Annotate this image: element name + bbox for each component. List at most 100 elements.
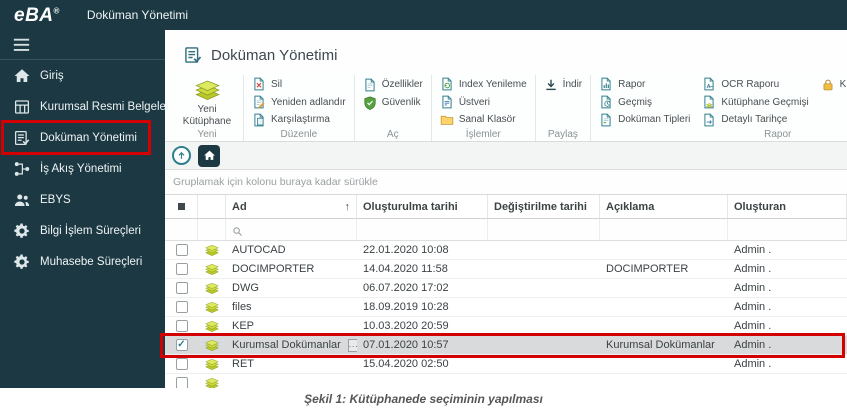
modified-filter-cell[interactable] — [488, 219, 600, 240]
ribbon-button-yeniden-adlandir[interactable]: Yeniden adlandır — [250, 94, 348, 111]
table-row-docimporter[interactable]: DOCIMPORTER 14.04.2020 11:58 DOCIMPORTER… — [165, 260, 847, 279]
ribbon-button-gecmis[interactable]: Geçmiş — [597, 94, 692, 111]
up-button[interactable] — [172, 146, 191, 165]
library-stack-icon — [204, 338, 220, 352]
ribbon-button-kutuphane-gecmisi[interactable]: Kütüphane Geçmişi — [700, 94, 810, 111]
row-checkbox[interactable] — [175, 377, 188, 388]
app-header: eBA® Doküman Yönetimi — [0, 0, 847, 30]
table-row-ret[interactable]: RET 15.04.2020 02:50 Admin . — [165, 355, 847, 374]
table-row-autocad[interactable]: AUTOCAD 22.01.2020 10:08 Admin . — [165, 241, 847, 260]
cell-description: DOCIMPORTER — [606, 263, 689, 275]
table-row-partial[interactable] — [165, 374, 847, 388]
select-all-header[interactable] — [165, 195, 198, 218]
metadata-icon — [440, 95, 454, 109]
ribbon-button-yeni-kutuphane[interactable]: Yeni Kütüphane — [177, 76, 237, 127]
row-checkbox[interactable] — [175, 339, 188, 351]
table-row-kurumsal-dokumanlar[interactable]: Kurumsal Dokümanlar... 07.01.2020 10:57 … — [165, 336, 847, 355]
library-name: DOCIMPORTER — [232, 263, 315, 275]
ribbon-button-label: Geçmiş — [618, 96, 653, 108]
ribbon-group-caption: Aç — [386, 129, 399, 140]
library-name: Kurumsal Dokümanlar — [232, 339, 341, 351]
cell-name: Kurumsal Dokümanlar... — [226, 338, 357, 352]
ribbon-button-dokuman-tipleri[interactable]: Doküman Tipleri — [597, 111, 692, 128]
workflow-icon — [13, 160, 31, 178]
cell-name: AUTOCAD — [226, 244, 357, 256]
row-checkbox[interactable] — [175, 358, 188, 370]
shield-icon — [363, 96, 377, 110]
document-management-icon — [13, 129, 31, 147]
svg-text:A: A — [707, 84, 711, 90]
sidebar-item-bilgi-islem-surecleri[interactable]: Bilgi İşlem Süreçleri — [0, 215, 165, 246]
name-filter-cell[interactable] — [226, 219, 357, 240]
library-stack-icon — [204, 376, 220, 388]
row-checkbox[interactable] — [175, 244, 188, 256]
column-header-olusturan[interactable]: Oluşturan — [728, 195, 847, 218]
ribbon-button-kullanici-dm-yetki-raporu[interactable]: Kullanıcı-DM Yetki Raporu — [819, 76, 847, 93]
ribbon-button-index-yenileme[interactable]: Index Yenileme — [438, 76, 529, 93]
ribbon-button-sanal-klasor[interactable]: Sanal Klasör — [438, 111, 529, 128]
users-icon — [13, 191, 31, 209]
table-row-files[interactable]: files 18.09.2019 10:28 Admin . — [165, 298, 847, 317]
table-row-dwg[interactable]: DWG 06.07.2020 17:02 Admin . — [165, 279, 847, 298]
row-checkbox[interactable] — [175, 263, 188, 275]
column-header-ad[interactable]: Ad ↑ — [226, 195, 357, 218]
creator-filter-cell[interactable] — [728, 219, 847, 240]
sidebar-item-ebys[interactable]: EBYS — [0, 184, 165, 215]
menu-toggle-button[interactable] — [0, 30, 165, 60]
ribbon-button-ustveri[interactable]: Üstveri — [438, 94, 529, 111]
ribbon-button-detayli-tarihce[interactable]: Detaylı Tarihçe — [700, 111, 810, 128]
gear-icon — [13, 222, 31, 240]
column-header-aciklama[interactable]: Açıklama — [600, 195, 728, 218]
ribbon-button-ozellikler[interactable]: Özellikler — [361, 76, 425, 93]
ribbon-toolbar: Yeni Kütüphane Yeni Sil Yeniden adlandır Kar… — [165, 73, 847, 142]
cell-name: RET — [226, 358, 357, 370]
column-header-degistirilme-tarihi[interactable]: Değiştirilme tarihi — [488, 195, 600, 218]
cell-creator: Admin . — [734, 301, 772, 313]
ribbon-button-ocr-raporu[interactable]: A OCR Raporu — [700, 76, 810, 93]
row-more-button[interactable]: ... — [347, 338, 357, 352]
ribbon-group-paylas: İndir Paylaş — [536, 75, 592, 141]
sidebar-item-kurumsal-resmi-belgeler[interactable]: Kurumsal Resmi Belgeler — [0, 91, 170, 122]
cell-name: KEP — [226, 320, 357, 332]
hamburger-icon — [13, 38, 30, 52]
eba-logo: eBA® — [0, 6, 60, 25]
logo-text: eBA — [14, 4, 54, 26]
app-title: Doküman Yönetimi — [86, 8, 189, 22]
ribbon-button-label: Yeniden adlandır — [271, 96, 346, 108]
library-name: RET — [232, 358, 254, 370]
library-stack-icon — [204, 357, 220, 371]
description-filter-cell[interactable] — [600, 219, 728, 240]
ribbon-group-caption: Rapor — [764, 129, 792, 140]
ribbon-button-rapor[interactable]: Rapor — [597, 76, 692, 93]
row-checkbox[interactable] — [175, 282, 188, 294]
ribbon-button-karsilastirma[interactable]: Karşılaştırma — [250, 111, 348, 128]
ribbon-button-indir[interactable]: İndir — [542, 76, 584, 93]
rename-icon — [252, 95, 266, 109]
lock-icon — [821, 78, 835, 92]
ribbon-button-sil[interactable]: Sil — [250, 76, 348, 93]
cell-name: DWG — [226, 282, 357, 294]
ribbon-button-label: Rapor — [618, 78, 646, 90]
library-name: AUTOCAD — [232, 244, 286, 256]
sidebar-item-label: Giriş — [40, 69, 64, 82]
home-button[interactable] — [198, 144, 220, 167]
ribbon-group-rapor: Rapor Geçmiş Doküman Tipleri A OCR Raporu Küt… — [591, 75, 847, 141]
group-by-hint: Gruplamak için kolonu buraya kadar sürük… — [173, 176, 378, 188]
sidebar-item-dokuman-yonetimi[interactable]: Doküman Yönetimi — [0, 122, 165, 153]
sidebar-item-label: Kurumsal Resmi Belgeler — [40, 100, 170, 113]
table-row-kep[interactable]: KEP 10.03.2020 20:59 Admin . — [165, 317, 847, 336]
cell-created: 15.04.2020 02:50 — [363, 358, 449, 370]
row-checkbox[interactable] — [175, 301, 188, 313]
ribbon-button-label: Karşılaştırma — [271, 114, 330, 126]
column-header-olusturulma-tarihi[interactable]: Oluşturulma tarihi — [357, 195, 488, 218]
sidebar-item-is-akis-yonetimi[interactable]: İş Akış Yönetimi — [0, 153, 165, 184]
logo-mark: ® — [53, 6, 60, 16]
cell-created: 06.07.2020 17:02 — [363, 282, 449, 294]
cell-creator: Admin . — [734, 339, 772, 351]
ribbon-button-guvenlik[interactable]: Güvenlik — [361, 94, 425, 111]
main-content: Doküman Yönetimi Yeni Kütüphane Yeni Sil Ye… — [165, 30, 847, 388]
created-filter-cell[interactable] — [357, 219, 488, 240]
sidebar-item-muhasebe-surecleri[interactable]: Muhasebe Süreçleri — [0, 246, 165, 277]
row-checkbox[interactable] — [175, 320, 188, 332]
sidebar-item-giris[interactable]: Giriş — [0, 60, 165, 91]
